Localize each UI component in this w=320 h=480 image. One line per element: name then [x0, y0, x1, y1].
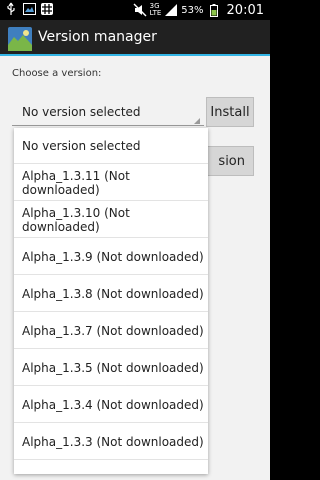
- spinner-underline: [12, 125, 204, 126]
- dropdown-item-alpha-1-3-8[interactable]: Alpha_1.3.8 (Not downloaded): [14, 276, 208, 312]
- version-spinner[interactable]: No version selected: [12, 98, 204, 126]
- version-dropdown-list: No version selected Alpha_1.3.11 (Not do…: [14, 128, 208, 474]
- dropdown-item-alpha-1-3-9[interactable]: Alpha_1.3.9 (Not downloaded): [14, 239, 208, 275]
- battery-percent: 53%: [181, 4, 204, 16]
- dropdown-item-alpha-1-3-5[interactable]: Alpha_1.3.5 (Not downloaded): [14, 350, 208, 386]
- status-right-icons: 3G LTE 53% 20:01: [133, 0, 264, 20]
- app-icon[interactable]: [8, 27, 32, 51]
- network-type: 3G LTE: [150, 3, 162, 17]
- status-left-icons: [4, 2, 54, 16]
- dropdown-item-alpha-1-3-3[interactable]: Alpha_1.3.3 (Not downloaded): [14, 424, 208, 460]
- spinner-arrow-icon: [194, 118, 200, 124]
- choose-version-label: Choose a version:: [12, 68, 102, 79]
- dropdown-item-alpha-1-3-10[interactable]: Alpha_1.3.10 (Not downloaded): [14, 202, 208, 238]
- page-title: Version manager: [38, 29, 157, 45]
- install-button[interactable]: Install: [206, 97, 254, 127]
- status-bar: 3G LTE 53% 20:01: [0, 0, 270, 20]
- mute-icon: [133, 3, 147, 17]
- dropdown-item-alpha-1-3-7[interactable]: Alpha_1.3.7 (Not downloaded): [14, 313, 208, 349]
- spinner-selected-value: No version selected: [22, 105, 141, 119]
- image-icon: [22, 2, 36, 16]
- clock: 20:01: [226, 2, 264, 18]
- signal-icon: [164, 3, 178, 17]
- dropdown-item-alpha-1-3-11[interactable]: Alpha_1.3.11 (Not downloaded): [14, 165, 208, 201]
- battery-icon: [207, 3, 221, 17]
- grid-icon: [40, 2, 54, 16]
- network-sub-label: LTE: [149, 9, 162, 17]
- dropdown-item-no-version[interactable]: No version selected: [14, 128, 208, 164]
- dropdown-item-alpha-1-3-4[interactable]: Alpha_1.3.4 (Not downloaded): [14, 387, 208, 423]
- usb-icon: [4, 2, 18, 16]
- action-bar: Version manager: [0, 20, 270, 56]
